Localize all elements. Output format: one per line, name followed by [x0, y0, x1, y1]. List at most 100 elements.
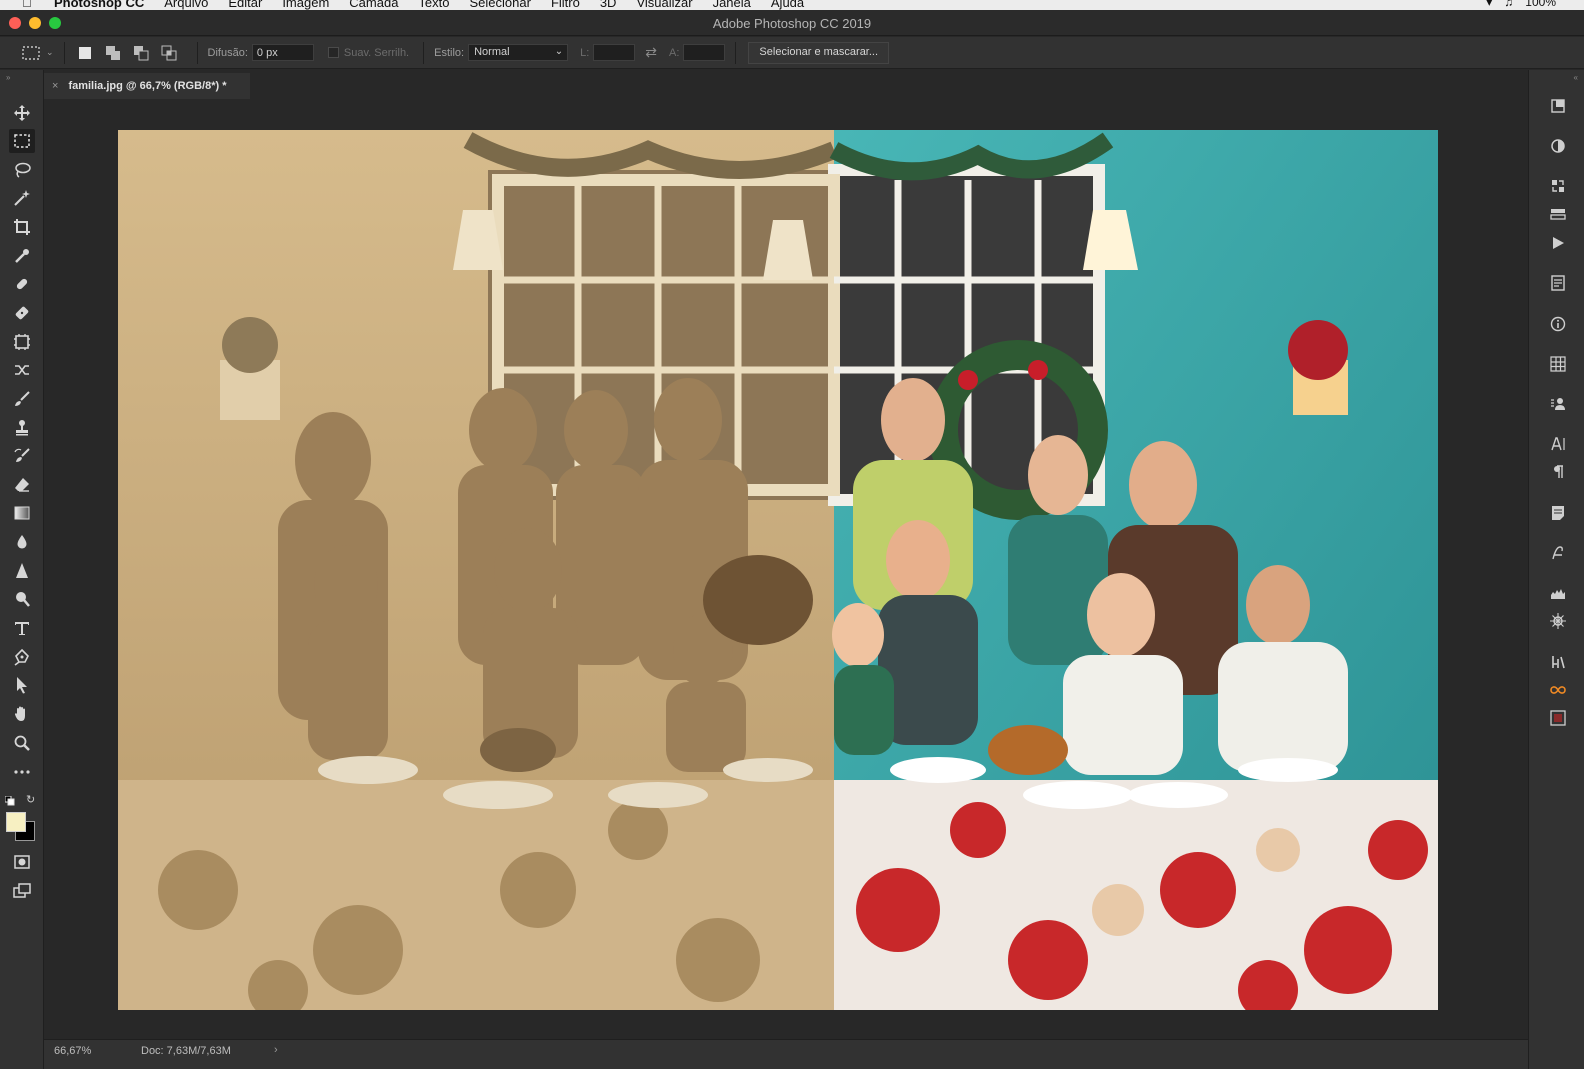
height-input[interactable] [683, 44, 726, 61]
new-selection-button[interactable] [75, 43, 95, 63]
menu-editar[interactable]: Editar [228, 0, 262, 10]
marquee-tool[interactable] [9, 129, 35, 153]
gradient-tool[interactable] [9, 501, 35, 525]
zoom-level[interactable]: 66,67% [54, 1045, 91, 1057]
type-tool[interactable] [9, 616, 35, 640]
eyedropper-tool[interactable] [9, 244, 35, 268]
menu-camada[interactable]: Camada [349, 0, 398, 10]
dodge-tool[interactable] [9, 587, 35, 611]
document-image[interactable] [118, 130, 1438, 1010]
subtract-selection-button[interactable] [131, 43, 151, 63]
panel-paragraph-button[interactable] [1548, 462, 1568, 482]
panel-adobe-color-button[interactable] [1548, 680, 1568, 700]
document-tab[interactable]: × familia.jpg @ 66,7% (RGB/8*) * [44, 73, 250, 99]
pen-tool[interactable] [9, 645, 35, 669]
content-aware-move-tool[interactable] [9, 358, 35, 382]
move-tool[interactable] [9, 101, 35, 125]
foreground-color-swatch[interactable] [6, 812, 26, 832]
panel-actions-button[interactable] [1548, 233, 1568, 253]
antialias-checkbox[interactable] [327, 47, 339, 58]
history-brush-icon [14, 448, 30, 462]
quick-mask-button[interactable] [9, 850, 35, 874]
feather-input[interactable] [251, 44, 314, 61]
lasso-tool[interactable] [9, 158, 35, 182]
panel-dock: « [1528, 70, 1584, 1069]
menu-ajuda[interactable]: Ajuda [771, 0, 804, 10]
menu-visualizar[interactable]: Visualizar [636, 0, 692, 10]
brush-settings-icon [1552, 656, 1565, 669]
select-and-mask-button[interactable]: Selecionar e mascarar... [748, 41, 890, 64]
screen-mode-button[interactable] [9, 879, 35, 903]
volume-icon[interactable]: ♫ [1504, 0, 1513, 9]
panel-character-button[interactable] [1548, 434, 1568, 454]
swap-colors-icon[interactable]: ↻ [26, 793, 35, 806]
panel-channels-button[interactable] [1548, 204, 1568, 224]
menu-arquivo[interactable]: Arquivo [164, 0, 208, 10]
chevron-right-icon[interactable]: › [274, 1044, 278, 1056]
panel-libraries-button[interactable] [1548, 394, 1568, 414]
sharpen-icon [16, 563, 28, 578]
blur-tool[interactable] [9, 530, 35, 554]
drop-icon [17, 535, 27, 549]
add-selection-button[interactable] [103, 43, 123, 63]
menu-filtro[interactable]: Filtro [551, 0, 580, 10]
brush-tool[interactable] [9, 387, 35, 411]
tool-preset-picker[interactable]: ⌄ [22, 45, 54, 60]
divider [196, 41, 198, 64]
edit-toolbar-button[interactable] [9, 760, 35, 784]
apple-icon[interactable]:  [22, 0, 36, 10]
frame-tool[interactable] [9, 330, 35, 354]
hand-tool[interactable] [9, 702, 35, 726]
panel-frame-button[interactable] [1548, 708, 1568, 728]
panel-histogram-button[interactable] [1548, 583, 1568, 603]
wifi-icon[interactable]: ▾ [1486, 0, 1492, 9]
marquee-preset-icon [22, 45, 40, 60]
menu-app-name[interactable]: Photoshop CC [54, 0, 144, 10]
notes-icon [1552, 506, 1564, 520]
panel-navigator-button[interactable] [1548, 611, 1568, 631]
patch-tool[interactable] [9, 301, 35, 325]
panel-history-button[interactable] [1548, 96, 1568, 116]
panel-notes-button[interactable] [1548, 503, 1568, 523]
panel-info-button[interactable] [1548, 314, 1568, 334]
swap-dimensions-icon[interactable]: ⇄ [645, 44, 657, 61]
magic-wand-tool[interactable] [9, 186, 35, 210]
panel-properties-button[interactable] [1548, 273, 1568, 293]
panel-glyphs-button[interactable] [1548, 543, 1568, 563]
sharpen-tool[interactable] [9, 559, 35, 583]
brush-icon [15, 391, 30, 406]
glyphs-icon [1552, 546, 1563, 560]
menu-texto[interactable]: Texto [418, 0, 449, 10]
collapse-tools-icon[interactable]: » [6, 73, 10, 82]
menu-imagem[interactable]: Imagem [282, 0, 329, 10]
panel-adjustments-button[interactable] [1548, 136, 1568, 156]
width-input[interactable] [593, 44, 636, 61]
new-selection-icon [78, 46, 91, 59]
default-colors-icon[interactable] [5, 796, 15, 806]
panel-brush-settings-button[interactable] [1548, 652, 1568, 672]
healing-brush-tool[interactable] [9, 272, 35, 296]
menu-janela[interactable]: Janela [713, 0, 751, 10]
battery-percent[interactable]: 100% [1525, 0, 1556, 9]
eraser-tool[interactable] [9, 473, 35, 497]
eyedropper-icon [15, 249, 29, 263]
healing-icon [16, 278, 28, 290]
history-brush-tool[interactable] [9, 444, 35, 468]
close-tab-icon[interactable]: × [52, 80, 58, 92]
panel-swatches-button[interactable] [1548, 354, 1568, 374]
menu-selecionar[interactable]: Selecionar [470, 0, 531, 10]
divider [63, 41, 65, 64]
style-select[interactable]: Normal ⌄ [468, 44, 569, 61]
zoom-icon [14, 735, 30, 751]
crop-tool[interactable] [9, 215, 35, 239]
zoom-tool[interactable] [9, 731, 35, 755]
collapse-panels-icon[interactable]: « [1574, 73, 1578, 82]
canvas-area[interactable] [44, 99, 1528, 1039]
menu-3d[interactable]: 3D [600, 0, 617, 10]
document-size[interactable]: Doc: 7,63M/7,63M [141, 1045, 231, 1057]
intersect-selection-button[interactable] [159, 43, 179, 63]
panel-layers-button[interactable] [1548, 176, 1568, 196]
path-selection-tool[interactable] [9, 673, 35, 697]
screen-mode-icon [13, 883, 31, 898]
clone-stamp-tool[interactable] [9, 416, 35, 440]
